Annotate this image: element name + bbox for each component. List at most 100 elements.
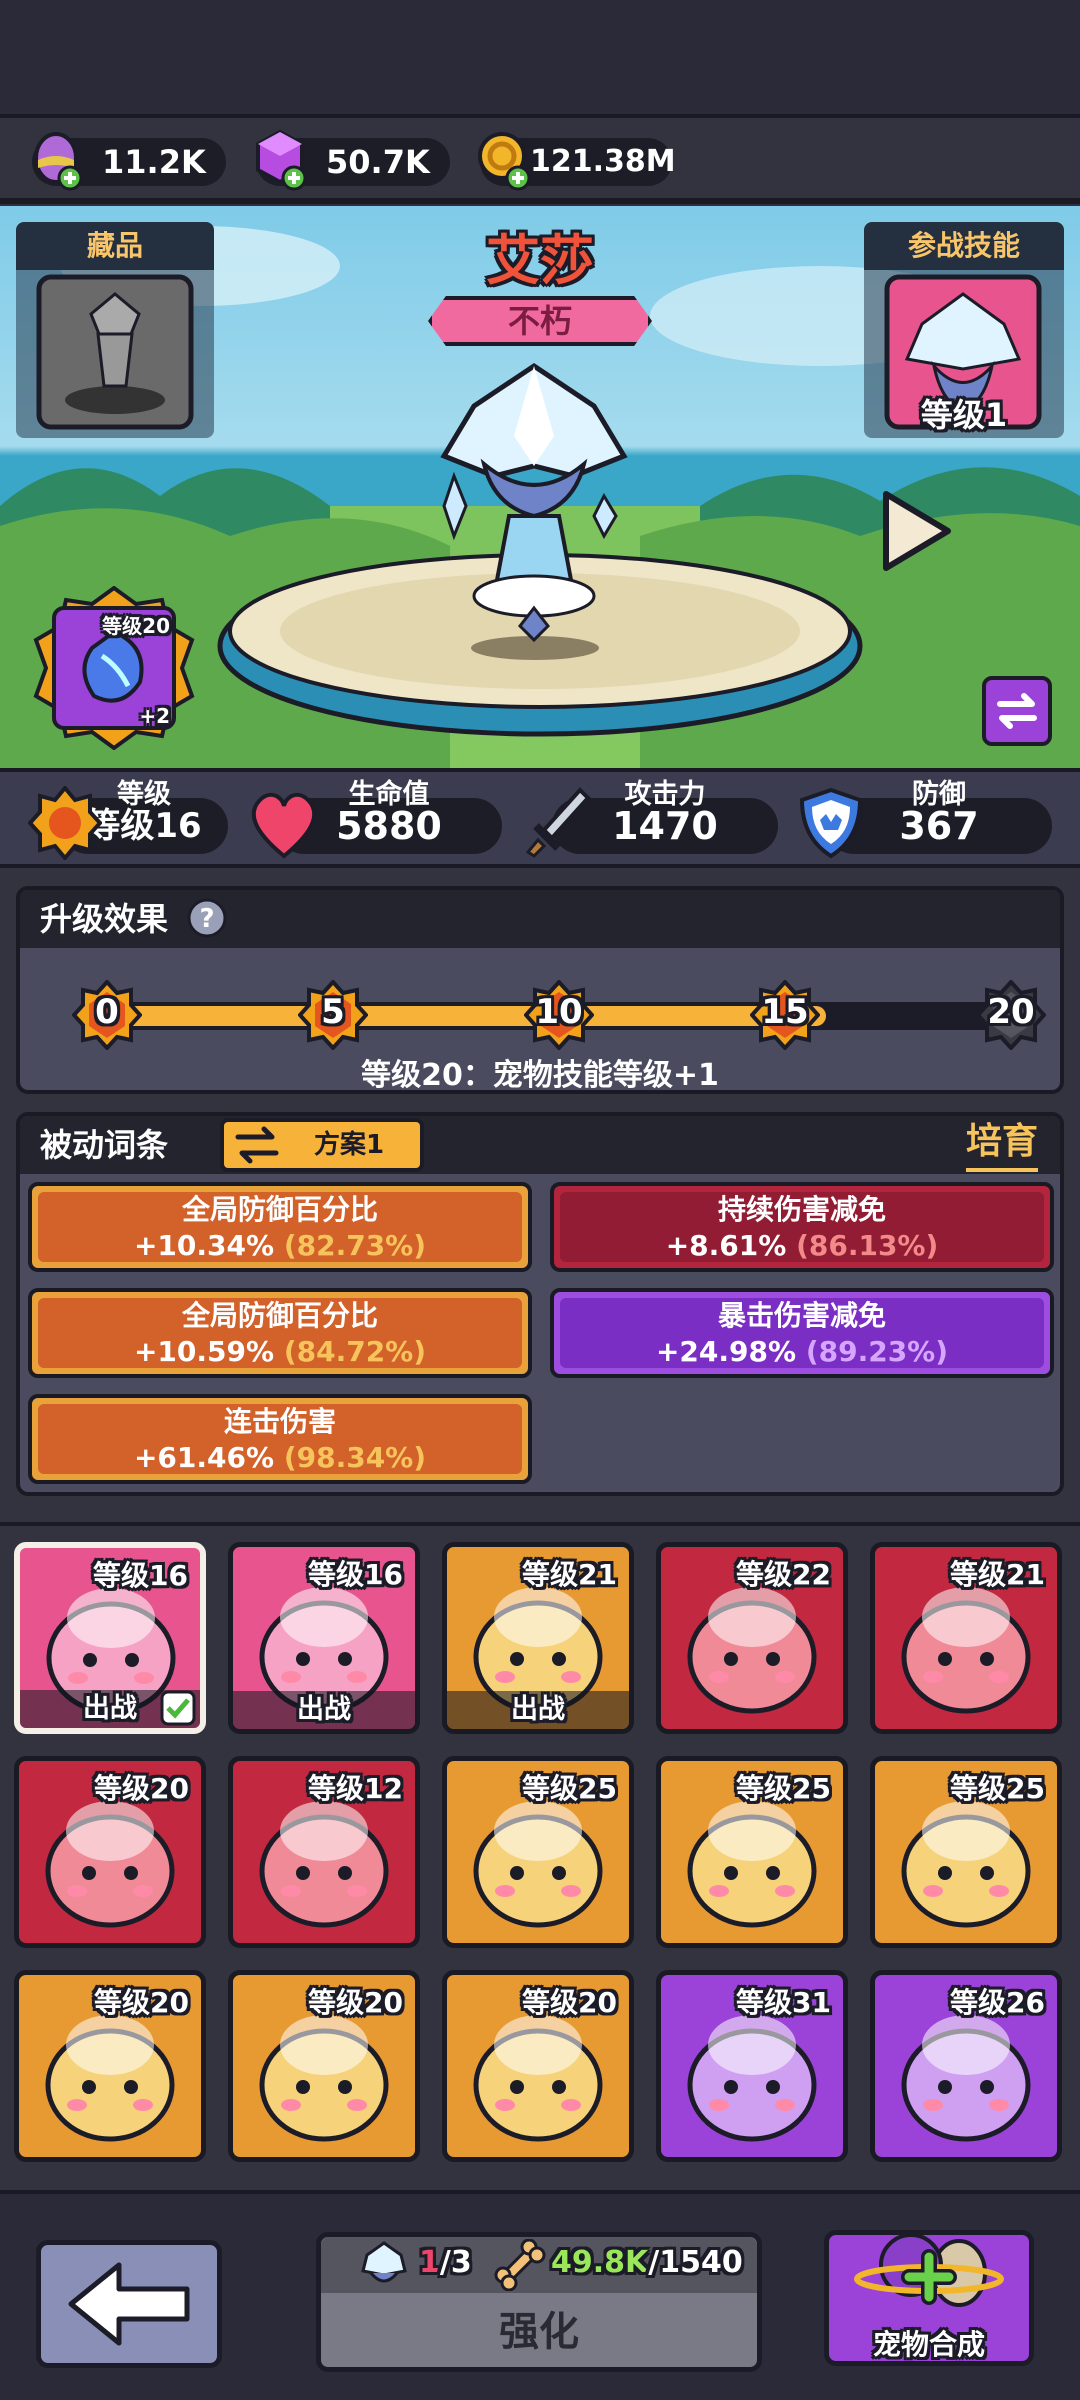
stats-bar: 等级 等级16 生命值 5880 攻击力 1470 防御 367 — [0, 768, 1080, 868]
back-button[interactable] — [36, 2240, 222, 2368]
equipment-level: 等级20 — [102, 614, 170, 638]
equipment-bonus: +2 — [139, 704, 170, 728]
pet-level: 等级26 — [950, 1986, 1045, 2019]
upgrade-milestone: 10 — [524, 980, 594, 1050]
pet-card[interactable]: 等级20 — [228, 1970, 420, 2162]
milestone-label: 10 — [535, 992, 583, 1032]
bone-icon — [494, 2239, 546, 2291]
enhance-label: 强化 — [499, 2309, 579, 2355]
affix-value-row: +8.61% (86.13%) — [554, 1228, 1050, 1264]
passive-affix-title: 被动词条 — [40, 1126, 169, 1164]
shard-required: /3 — [439, 2245, 472, 2280]
bones-required: /1540 — [648, 2245, 743, 2280]
swap-arrows-icon — [997, 693, 1037, 729]
affix-value-row: +24.98% (89.23%) — [554, 1334, 1050, 1370]
pet-card[interactable]: 等级16 出战 — [14, 1542, 206, 1734]
pet-card[interactable]: 等级20 — [442, 1970, 634, 2162]
collection-statue-icon — [36, 274, 194, 430]
upgrade-milestone: 5 — [298, 980, 368, 1050]
hero-rank-badge: 不朽 — [428, 296, 652, 346]
affix-value-row: +10.59% (84.72%) — [32, 1334, 528, 1370]
pet-shard-icon — [361, 2241, 407, 2283]
ice-crystal-hero-icon[interactable] — [424, 346, 644, 646]
swap-button[interactable] — [982, 676, 1052, 746]
affix-item[interactable]: 全局防御百分比 +10.59% (84.72%) — [28, 1288, 532, 1378]
pet-synthesis-button[interactable]: 宠物合成 — [824, 2230, 1034, 2366]
pet-card[interactable]: 等级31 — [656, 1970, 848, 2162]
hero-scene: 藏品 艾莎 不朽 参战技能 等级1 等级20 +2 — [0, 206, 1080, 768]
pet-deployed-label: 出战 — [447, 1691, 629, 1729]
pet-synthesis-icon — [854, 2233, 1004, 2307]
pet-synthesis-label: 宠物合成 — [872, 2328, 985, 2361]
egg-currency[interactable]: 11.2K — [32, 132, 226, 191]
affix-value-row: +61.46% (98.34%) — [32, 1440, 528, 1476]
status-bar-area — [0, 0, 1080, 118]
scheme-label: 方案1 — [314, 1130, 385, 1160]
pet-level: 等级20 — [522, 1986, 617, 2019]
upgrade-progress-fill — [90, 1006, 826, 1026]
pet-card[interactable]: 等级20 — [14, 1970, 206, 2162]
back-arrow-icon — [68, 2262, 190, 2346]
affix-item[interactable]: 全局防御百分比 +10.34% (82.73%) — [28, 1182, 532, 1272]
next-hero-arrow-icon[interactable] — [876, 486, 956, 576]
cultivate-button[interactable]: 培育 — [965, 1116, 1038, 1172]
milestone-label: 5 — [321, 992, 345, 1032]
scheme-switch-button[interactable]: 方案1 — [220, 1118, 424, 1172]
pet-card[interactable]: 等级25 — [442, 1756, 634, 1948]
egg-amount: 11.2K — [102, 143, 206, 181]
pet-card[interactable]: 等级25 — [656, 1756, 848, 1948]
affix-percent: (82.73%) — [283, 1229, 427, 1262]
svg-text:?: ? — [200, 904, 215, 934]
affix-name: 全局防御百分比 — [181, 1299, 378, 1332]
upgrade-milestone: 20 — [976, 980, 1046, 1050]
upgrade-effect-text: 等级20：宠物技能等级+1 — [361, 1058, 719, 1093]
shard-count: 1/3 — [419, 2245, 472, 2280]
coin-amount: 121.38M — [530, 144, 676, 179]
affix-item[interactable]: 暴击伤害减免 +24.98% (89.23%) — [550, 1288, 1054, 1378]
pet-card[interactable]: 等级20 — [14, 1756, 206, 1948]
equipment-slot[interactable]: 等级20 +2 — [32, 586, 196, 750]
help-icon[interactable]: ? — [187, 898, 227, 938]
affix-item[interactable]: 连击伤害 +61.46% (98.34%) — [28, 1394, 532, 1484]
egg-currency-icon — [34, 132, 83, 191]
pet-card[interactable]: 等级16 出战 — [228, 1542, 420, 1734]
passive-affix-section: 被动词条 方案1 培育 全局防御百分比 +10.34% (82.73%) 持续伤害减… — [16, 1112, 1064, 1496]
pet-card[interactable]: 等级12 — [228, 1756, 420, 1948]
affix-value: +10.59% — [133, 1335, 275, 1368]
affix-percent: (98.34%) — [283, 1441, 427, 1474]
upgrade-milestone: 15 — [750, 980, 820, 1050]
bone-count: 49.8K/1540 — [551, 2245, 743, 2280]
pet-level: 等级25 — [950, 1772, 1045, 1805]
affix-name: 连击伤害 — [223, 1405, 336, 1438]
currency-bar: 11.2K 50.7K 121.38M — [0, 118, 1080, 204]
battle-skill-panel[interactable]: 等级1 — [864, 270, 1064, 438]
pet-card[interactable]: 等级21 出战 — [442, 1542, 634, 1734]
affix-item[interactable]: 持续伤害减免 +8.61% (86.13%) — [550, 1182, 1054, 1272]
affix-value: +24.98% — [655, 1335, 797, 1368]
pet-card[interactable]: 等级21 — [870, 1542, 1062, 1734]
enhance-button[interactable]: 1/3 49.8K/1540 强化 — [316, 2232, 762, 2372]
pet-level: 等级12 — [308, 1772, 403, 1805]
pet-card[interactable]: 等级25 — [870, 1756, 1062, 1948]
gem-amount: 50.7K — [326, 143, 430, 181]
shard-owned: 1 — [419, 2245, 440, 2280]
pet-level: 等级16 — [308, 1558, 403, 1591]
gem-currency[interactable]: 50.7K — [256, 129, 450, 191]
milestone-label: 0 — [95, 992, 119, 1032]
pet-level: 等级20 — [94, 1772, 189, 1805]
pet-level: 等级25 — [736, 1772, 831, 1805]
pet-level: 等级21 — [950, 1558, 1045, 1591]
coin-currency[interactable]: 121.38M — [478, 132, 676, 191]
affix-percent: (84.72%) — [283, 1335, 427, 1368]
collection-title: 藏品 — [16, 222, 214, 270]
collection-panel[interactable] — [16, 270, 214, 438]
pet-level: 等级16 — [93, 1559, 188, 1592]
passive-affix-header: 被动词条 方案1 培育 — [20, 1116, 1060, 1174]
upgrade-effect-header: 升级效果 ? — [20, 890, 1060, 948]
pet-card[interactable]: 等级26 — [870, 1970, 1062, 2162]
gem-currency-icon — [256, 129, 307, 191]
bones-owned: 49.8K — [551, 2245, 649, 2280]
pet-level: 等级22 — [736, 1558, 831, 1591]
upgrade-milestone: 0 — [72, 980, 142, 1050]
pet-card[interactable]: 等级22 — [656, 1542, 848, 1734]
